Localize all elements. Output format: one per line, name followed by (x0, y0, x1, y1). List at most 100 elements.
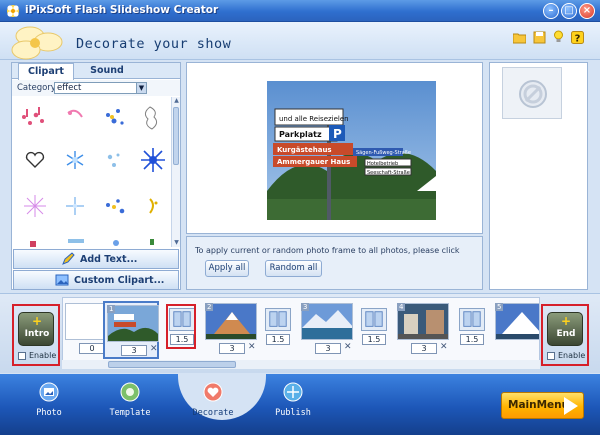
delete-icon[interactable]: ✕ (440, 342, 448, 352)
save-icon[interactable] (533, 31, 546, 44)
minimize-icon: – (548, 5, 554, 16)
delete-icon[interactable]: ✕ (248, 342, 256, 352)
panel-tabs: Clipart Sound (12, 63, 180, 80)
scroll-up-icon[interactable]: ▲ (172, 97, 181, 105)
timeline-scroll-thumb[interactable] (108, 361, 236, 368)
page-header: Decorate your show (0, 22, 600, 60)
page-title: Decorate your show (76, 36, 232, 52)
chevron-down-icon[interactable]: ▼ (136, 83, 146, 93)
clipart-item[interactable] (18, 189, 52, 223)
app-logo-icon (7, 5, 19, 17)
delete-icon[interactable]: ✕ (150, 344, 158, 354)
clipart-item[interactable] (136, 189, 170, 223)
nav-decorate[interactable]: Decorate (180, 380, 246, 420)
close-button[interactable]: × (579, 3, 595, 19)
timeline-scrollbar[interactable] (62, 360, 540, 369)
clipart-item[interactable] (98, 231, 132, 247)
nav-photo[interactable]: Photo (16, 380, 82, 420)
clipart-panel: Clipart Sound Category effect ▼ ▲ ▼ Add … (11, 62, 181, 290)
slide-duration[interactable]: 3 (219, 343, 245, 354)
tab-clipart[interactable]: Clipart (18, 63, 74, 80)
no-frame-icon (519, 80, 547, 108)
preview-photo[interactable]: und alle Reisezielen Parkplatz P Kurgäst… (267, 81, 436, 220)
transition-2[interactable]: 1.5 (265, 308, 291, 352)
end-enable-checkbox[interactable] (547, 352, 555, 360)
clipart-item[interactable] (136, 231, 170, 247)
sign-street-1: Sägen-Fußweg-Straße (356, 150, 411, 156)
clipart-item[interactable] (58, 101, 92, 135)
svg-text:?: ? (575, 34, 581, 45)
main-menu-button[interactable]: MainMenu (501, 392, 584, 419)
delete-icon[interactable]: ✕ (344, 342, 352, 352)
clipart-item[interactable] (98, 101, 132, 135)
category-select[interactable]: effect ▼ (54, 82, 147, 94)
help-icon[interactable]: ? (571, 31, 584, 44)
custom-clipart-button[interactable]: Custom Clipart... (13, 270, 179, 290)
slide-duration[interactable]: 3 (315, 343, 341, 354)
apply-all-button[interactable]: Apply all (205, 260, 249, 277)
maximize-icon: □ (564, 5, 574, 16)
slide-2[interactable]: 2 3 ✕ (203, 301, 259, 359)
transition-icon (459, 308, 485, 331)
category-row: Category effect ▼ (12, 80, 180, 96)
transition-3[interactable]: 1.5 (361, 308, 387, 352)
lightbulb-icon[interactable] (552, 30, 565, 43)
clipart-item[interactable] (98, 189, 132, 223)
slide-duration[interactable]: 3 (121, 345, 147, 356)
intro-card: + Intro Enable (12, 304, 60, 366)
apply-frame-box: To apply current or random photo frame t… (186, 236, 483, 290)
no-frame-option[interactable] (502, 67, 562, 119)
slide-number: 3 (301, 303, 310, 311)
decorate-icon (203, 382, 223, 402)
plus-icon: + (560, 314, 572, 328)
transition-icon (361, 308, 387, 331)
clipart-item[interactable] (136, 143, 170, 177)
nav-template[interactable]: Template (97, 380, 163, 420)
intro-enable-label: Enable (29, 351, 57, 360)
random-all-button[interactable]: Random all (265, 260, 322, 277)
transition-4[interactable]: 1.5 (459, 308, 485, 352)
maximize-button[interactable]: □ (561, 3, 577, 19)
transition-duration[interactable]: 1.5 (460, 334, 484, 345)
clipart-item[interactable] (98, 143, 132, 177)
clipart-item[interactable] (58, 231, 92, 247)
slide-duration[interactable]: 3 (411, 343, 437, 354)
arrow-right-icon (564, 397, 578, 415)
clipart-item[interactable] (58, 143, 92, 177)
minimize-button[interactable]: – (543, 3, 559, 19)
clipart-item[interactable] (58, 189, 92, 223)
slide-number: 5 (495, 303, 504, 311)
clipart-item[interactable] (136, 101, 170, 135)
tab-sound[interactable]: Sound (82, 63, 132, 79)
window-title: iPixSoft Flash Slideshow Creator (25, 4, 219, 16)
slide-4[interactable]: 4 3 ✕ (395, 301, 451, 359)
slide-1[interactable]: 1 3 ✕ (103, 301, 159, 359)
slide-3[interactable]: 3 3 ✕ (299, 301, 355, 359)
nav-publish[interactable]: Publish (260, 380, 326, 420)
add-text-button[interactable]: Add Text... (13, 249, 179, 269)
intro-enable-checkbox[interactable] (18, 352, 26, 360)
sign-p: P (333, 127, 342, 141)
intro-button[interactable]: + Intro (18, 312, 54, 346)
photo-preview: und alle Reisezielen Parkplatz P Kurgäst… (186, 62, 483, 234)
image-icon (55, 274, 69, 286)
folder-icon[interactable] (513, 31, 526, 44)
start-duration[interactable]: 0 (79, 343, 105, 354)
clipart-item[interactable] (18, 231, 52, 247)
plus-icon: + (31, 314, 43, 328)
clipart-scrollbar[interactable]: ▲ ▼ (171, 97, 180, 247)
sign-parkplatz: Parkplatz (279, 130, 322, 139)
highlighted-transition (166, 304, 196, 349)
transition-duration[interactable]: 1.5 (266, 334, 290, 345)
photo-icon (39, 382, 59, 402)
end-button[interactable]: + End (547, 312, 583, 346)
timeline: + Intro Enable 0 1 3 ✕ 1.5 2 3 ✕ 1.5 3 3… (0, 293, 600, 373)
transition-duration[interactable]: 1.5 (362, 334, 386, 345)
clipart-item[interactable] (18, 101, 52, 135)
scroll-thumb[interactable] (173, 107, 179, 165)
clipart-item[interactable] (18, 143, 52, 177)
slide-number: 1 (107, 305, 116, 313)
scroll-down-icon[interactable]: ▼ (172, 239, 181, 247)
sign-ammergauer: Ammergauer Haus (277, 158, 350, 166)
slide-5[interactable]: 5 (493, 301, 539, 359)
